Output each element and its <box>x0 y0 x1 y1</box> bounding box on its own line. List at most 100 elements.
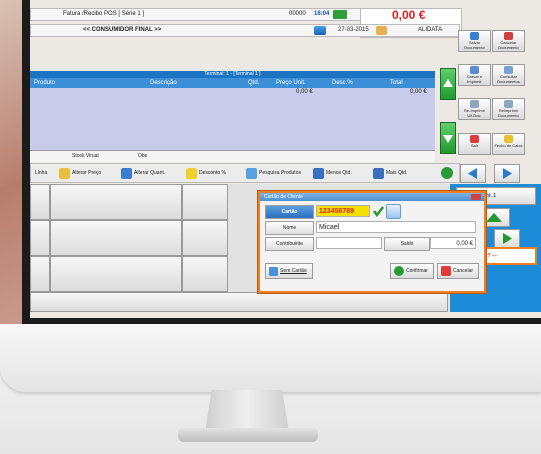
pos-screen: Fatura /Recibo POS [ Série 1 ] 00000 16:… <box>30 0 541 318</box>
change-price-button[interactable]: Alterar Preço <box>59 167 101 179</box>
cash-register-icon <box>504 135 513 143</box>
search-products-label: Pesquisa Produtos <box>259 170 301 176</box>
document-type: Fatura /Recibo POS [ Série 1 ] <box>63 11 145 17</box>
close-icon[interactable] <box>471 194 481 200</box>
search-client-icon[interactable] <box>314 26 326 35</box>
col-total: Total <box>390 80 403 86</box>
client-name[interactable]: << CONSUMIDOR FINAL >> <box>83 25 161 36</box>
search-products-button[interactable]: Pesquisa Produtos <box>246 167 301 179</box>
exit-icon <box>470 135 479 143</box>
col-discount: Desc.% <box>332 80 353 86</box>
scroll-up-button[interactable] <box>440 68 456 100</box>
search-icon[interactable] <box>386 204 401 219</box>
grid-cell[interactable] <box>30 184 50 220</box>
reprint-document-button[interactable]: Reimprimir Documento <box>492 98 525 120</box>
save-print-button[interactable]: Gravar e Imprimir <box>458 64 491 86</box>
grid-cell[interactable] <box>182 184 228 220</box>
documents-icon <box>504 66 513 74</box>
save-label: Salvar Documento <box>464 40 485 50</box>
cash-icon <box>333 10 347 19</box>
save-print-label: Gravar e Imprimir <box>466 74 483 84</box>
action-toolbar: Linha Alterar Preço Alterar Quant. Desco… <box>30 163 460 183</box>
price-icon <box>59 167 70 179</box>
monitor: Fatura /Recibo POS [ Série 1 ] 00000 16:… <box>0 0 541 442</box>
col-unit-price: Preço Unit. <box>276 80 306 86</box>
row-price: 0,00 € <box>296 89 313 95</box>
minus-qty-button[interactable]: Menos Qtd. <box>313 167 352 179</box>
grid-cell[interactable] <box>30 256 50 292</box>
right-button[interactable] <box>494 229 520 248</box>
monitor-stand-base <box>178 428 318 442</box>
reprint-last-button[interactable]: Re-Imprimir Ult.Doc. <box>458 98 491 120</box>
save-icon <box>470 32 479 40</box>
client-header: << CONSUMIDOR FINAL >> 27-03-2015 ALIDAT… <box>30 24 460 37</box>
change-quantity-button[interactable]: Alterar Quant. <box>121 167 165 179</box>
grid-cell[interactable] <box>50 256 182 292</box>
discount-label: Desconto % <box>199 170 226 176</box>
card-label: Cartão <box>265 205 314 219</box>
discount-button[interactable]: Desconto % <box>186 167 226 179</box>
confirm-icon <box>394 266 404 276</box>
client-card-dialog: Cartão de Cliente Cartão 123456789 Nome … <box>258 191 486 293</box>
change-quantity-label: Alterar Quant. <box>134 170 166 176</box>
printer-icon <box>470 66 479 74</box>
confirm-button[interactable]: Confirmar <box>390 263 434 279</box>
quantity-icon <box>121 167 132 179</box>
cancel-icon <box>441 266 451 276</box>
grid-cell[interactable] <box>30 220 50 256</box>
contributor-field[interactable] <box>316 237 382 249</box>
table-footer: Stock Virual Obs <box>30 150 435 162</box>
user-icon <box>376 26 387 35</box>
confirm-label: Confirmar <box>406 268 428 274</box>
cancel-label: Cancelar <box>453 268 474 274</box>
cancel-icon <box>504 32 513 40</box>
next-icon[interactable] <box>441 167 453 179</box>
search-icon <box>246 167 257 179</box>
close-cash-button[interactable]: Fecho de Caixa <box>492 133 525 155</box>
grid-cell[interactable] <box>50 220 182 256</box>
stock-virtual-label: Stock Virual <box>72 153 99 159</box>
check-icon[interactable] <box>372 205 384 218</box>
col-qty: Qtd. <box>248 80 260 86</box>
name-label: Nome <box>265 221 314 235</box>
name-field[interactable]: Micael <box>316 221 476 233</box>
col-description: Descrição <box>150 80 177 86</box>
plus-icon <box>373 167 384 179</box>
cancel-button[interactable]: Cancelar <box>437 263 479 279</box>
exit-button[interactable]: Sair <box>458 133 491 155</box>
contributor-label: Contribuinte <box>265 237 314 251</box>
line-button[interactable]: Linha <box>35 167 47 179</box>
discount-icon <box>186 167 197 179</box>
grid-cell[interactable] <box>50 184 182 220</box>
row-total: 0,00 € <box>410 89 427 95</box>
items-table[interactable]: 0,00 € 0,00 € <box>30 88 435 150</box>
plus-qty-button[interactable]: Mais Qtd. <box>373 167 407 179</box>
grid-cell[interactable] <box>30 292 448 312</box>
table-header: Produto Descrição Qtd. Preço Unit. Desc.… <box>30 78 435 88</box>
card-input[interactable]: 123456789 <box>316 205 370 217</box>
consult-label: Consultar Documentos <box>497 74 520 84</box>
reprint-last-label: Re-Imprimir Ult.Doc. <box>464 108 485 118</box>
balance-field: 0,00 € <box>430 237 476 249</box>
time: 16:04 <box>314 11 330 17</box>
balance-label: Saldo <box>384 237 430 251</box>
reprint-label: Reimprimir Documento <box>498 108 519 118</box>
col-product: Produto <box>34 80 56 86</box>
grid-cell[interactable] <box>182 220 228 256</box>
save-document-button[interactable]: Salvar Documento <box>458 30 491 52</box>
cancel-label: Cancelar Documento <box>498 40 519 50</box>
dialog-title: Cartão de Cliente <box>264 194 303 200</box>
no-card-button[interactable]: Sem Cartão <box>265 263 313 279</box>
reprint-icon <box>470 100 479 108</box>
prev-button[interactable] <box>460 164 486 183</box>
next-button[interactable] <box>494 164 520 183</box>
grid-cell[interactable] <box>182 256 228 292</box>
user-name: ALIDATA <box>418 27 443 33</box>
consult-documents-button[interactable]: Consultar Documentos <box>492 64 525 86</box>
monitor-chin <box>0 324 541 392</box>
card-icon <box>269 266 278 276</box>
scroll-down-button[interactable] <box>440 122 456 154</box>
close-cash-label: Fecho de Caixa <box>494 143 523 148</box>
cancel-document-button[interactable]: Cancelar Documento <box>492 30 525 52</box>
minus-qty-label: Menos Qtd. <box>326 170 352 176</box>
